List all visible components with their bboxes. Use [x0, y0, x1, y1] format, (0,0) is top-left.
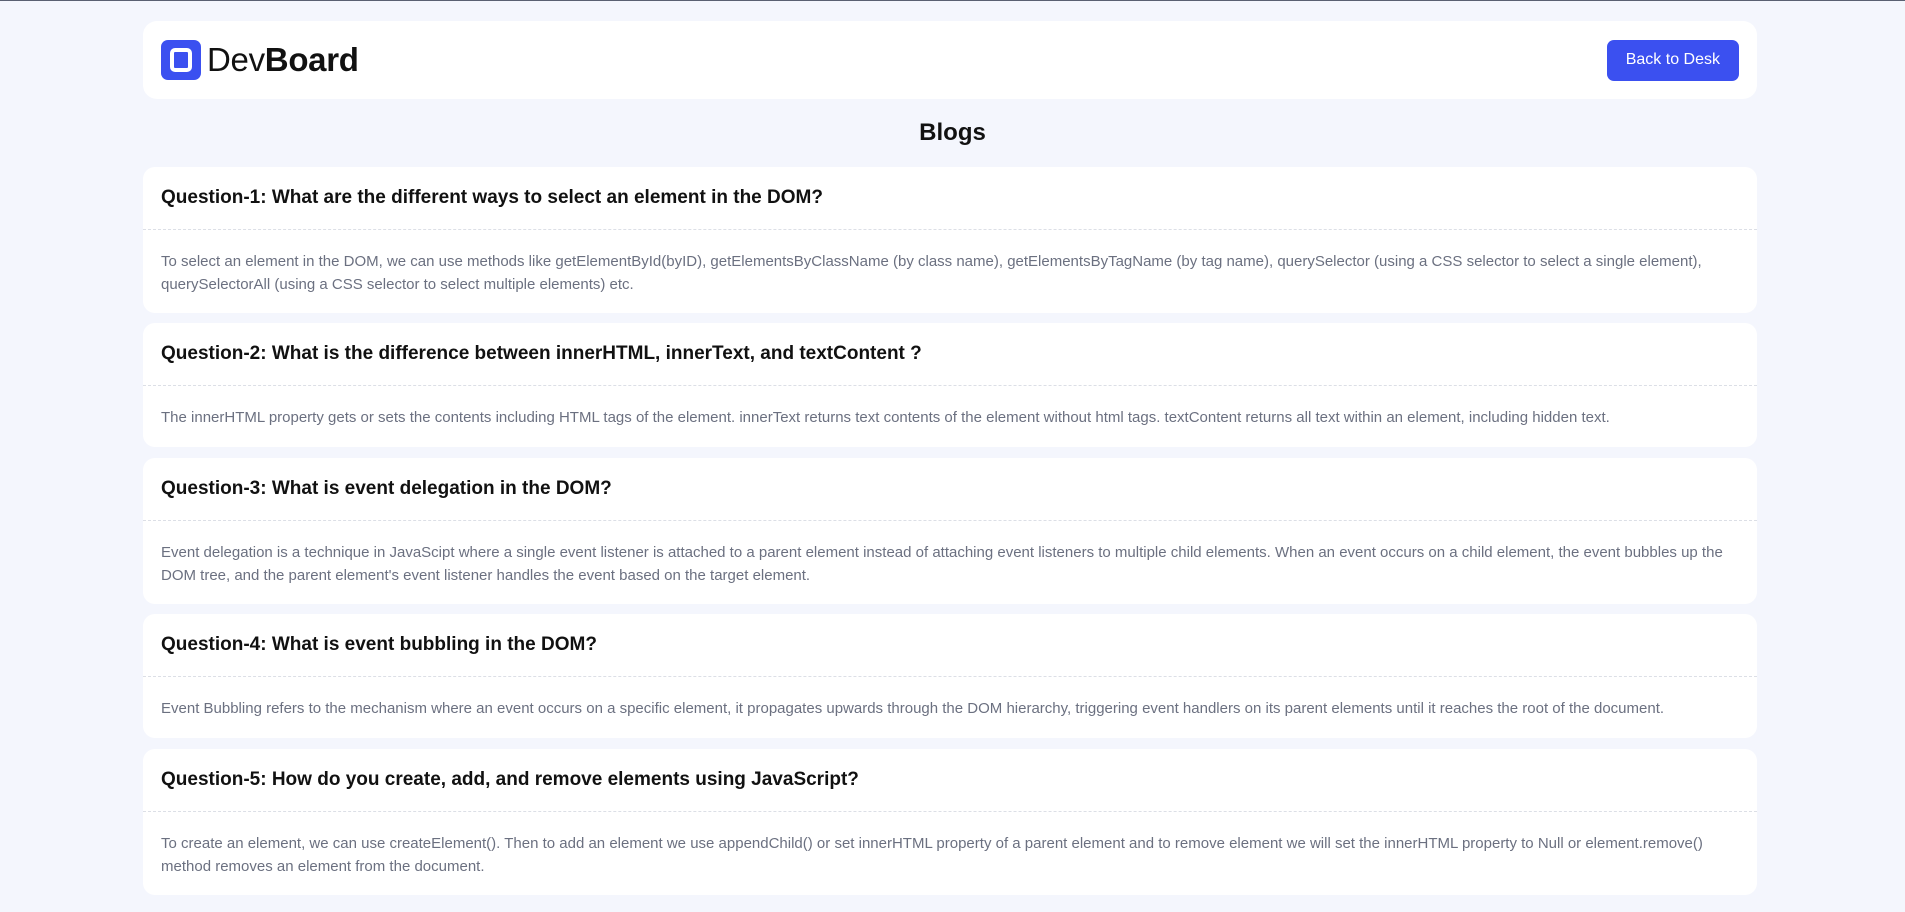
logo-text: DevBoard: [207, 41, 359, 79]
blog-question: Question-2: What is the difference betwe…: [143, 323, 1757, 386]
logo-text-bold: Board: [264, 41, 359, 78]
blog-card: Question-4: What is event bubbling in th…: [143, 614, 1757, 738]
page-title: Blogs: [919, 119, 986, 146]
back-to-desk-button[interactable]: Back to Desk: [1606, 39, 1739, 81]
blog-question: Question-3: What is event delegation in …: [143, 458, 1757, 521]
blog-question: Question-5: How do you create, add, and …: [143, 749, 1757, 812]
logo-icon: [161, 40, 201, 80]
blog-answer: The innerHTML property gets or sets the …: [161, 409, 1610, 426]
blog-answer: To select an element in the DOM, we can …: [161, 253, 1702, 293]
blog-card: Question-3: What is event delegation in …: [143, 458, 1757, 604]
blog-question: Question-4: What is event bubbling in th…: [143, 614, 1757, 677]
blog-answer: To create an element, we can use createE…: [161, 835, 1703, 875]
logo-text-light: Dev: [207, 41, 265, 78]
blog-answer: Event delegation is a technique in JavaS…: [161, 544, 1723, 584]
blog-card: Question-2: What is the difference betwe…: [143, 323, 1757, 447]
blog-card: Question-1: What are the different ways …: [143, 167, 1757, 313]
blog-answer: Event Bubbling refers to the mechanism w…: [161, 700, 1665, 717]
blog-card: Question-5: How do you create, add, and …: [143, 749, 1757, 895]
logo[interactable]: DevBoard: [161, 40, 359, 80]
site-header: DevBoard Back to Desk: [143, 21, 1757, 99]
blog-question: Question-1: What are the different ways …: [143, 167, 1757, 230]
